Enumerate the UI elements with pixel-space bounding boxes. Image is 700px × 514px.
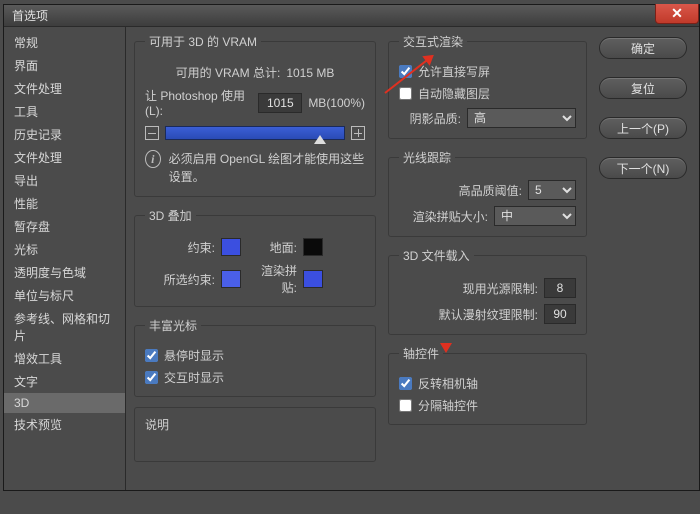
axis-group: 轴控件 反转相机轴 分隔轴控件 <box>388 345 587 425</box>
fileload-group: 3D 文件载入 现用光源限制: 默认漫射纹理限制: <box>388 247 587 335</box>
shadow-select[interactable]: 高 <box>467 108 576 128</box>
sidebar-item[interactable]: 技术预览 <box>4 413 125 436</box>
sidebar-item[interactable]: 单位与标尺 <box>4 284 125 307</box>
constraint-swatch[interactable] <box>221 238 241 256</box>
vram-legend: 可用于 3D 的 VRAM <box>145 33 261 50</box>
vram-total-value: 1015 MB <box>286 66 334 80</box>
close-icon: ✕ <box>671 5 683 22</box>
richcursor-group: 丰富光标 悬停时显示 交互时显示 <box>134 317 376 397</box>
overlay-legend: 3D 叠加 <box>145 207 196 224</box>
prev-button[interactable]: 上一个(P) <box>599 117 687 139</box>
raytrace-group: 光线跟踪 高品质阈值: 5 渲染拼贴大小: 中 <box>388 149 587 237</box>
autohide-checkbox[interactable]: 自动隐藏图层 <box>399 85 576 102</box>
vram-slider[interactable] <box>165 126 345 140</box>
sidebar-item[interactable]: 导出 <box>4 169 125 192</box>
sidebar-item[interactable]: 文字 <box>4 370 125 393</box>
sidebar-item[interactable]: 增效工具 <box>4 347 125 370</box>
sidebar-item[interactable]: 透明度与色域 <box>4 261 125 284</box>
titlebar: 首选项 ✕ <box>4 5 699 27</box>
plus-icon[interactable] <box>351 126 365 140</box>
ground-label: 地面: <box>247 239 297 256</box>
sidebar-item[interactable]: 常规 <box>4 31 125 54</box>
separate-checkbox[interactable]: 分隔轴控件 <box>399 397 576 414</box>
shadow-label: 阴影品质: <box>399 110 461 127</box>
annotation-arrow-icon <box>440 343 452 353</box>
selconstraint-label: 所选约束: <box>145 271 215 288</box>
vram-info: 必须启用 OpenGL 绘图才能使用这些设置。 <box>169 150 365 186</box>
reset-button[interactable]: 复位 <box>599 77 687 99</box>
sidebar-item[interactable]: 光标 <box>4 238 125 261</box>
description-legend: 说明 <box>145 418 169 432</box>
render-group: 交互式渲染 允许直接写屏 自动隐藏图层 阴影品质: 高 <box>388 33 587 139</box>
threshold-select[interactable]: 5 <box>528 180 576 200</box>
constraint-label: 约束: <box>145 239 215 256</box>
minus-icon[interactable] <box>145 126 159 140</box>
sidebar-item[interactable]: 暂存盘 <box>4 215 125 238</box>
vram-total-label: 可用的 VRAM 总计: <box>176 64 281 81</box>
tilesize-select[interactable]: 中 <box>494 206 576 226</box>
tile-label: 渲染拼贴: <box>247 262 297 296</box>
sidebar-item[interactable]: 文件处理 <box>4 77 125 100</box>
sidebar-item[interactable]: 历史记录 <box>4 123 125 146</box>
sidebar-item[interactable]: 文件处理 <box>4 146 125 169</box>
info-icon: i <box>145 150 161 168</box>
selconstraint-swatch[interactable] <box>221 270 241 288</box>
tilesize-label: 渲染拼贴大小: <box>413 208 488 225</box>
lightlimit-label: 现用光源限制: <box>463 280 538 297</box>
lightlimit-input[interactable] <box>544 278 576 298</box>
sidebar-item[interactable]: 参考线、网格和切片 <box>4 307 125 347</box>
sidebar-item[interactable]: 性能 <box>4 192 125 215</box>
window-title: 首选项 <box>12 7 48 24</box>
sidebar-item[interactable]: 工具 <box>4 100 125 123</box>
main-panel: 可用于 3D 的 VRAM 可用的 VRAM 总计: 1015 MB 让 Pho… <box>126 27 699 490</box>
slider-thumb[interactable] <box>314 135 326 144</box>
direct-checkbox[interactable]: 允许直接写屏 <box>399 63 576 80</box>
tile-swatch[interactable] <box>303 270 323 288</box>
vram-let-label: 让 Photoshop 使用(L): <box>145 87 252 118</box>
ok-button[interactable]: 确定 <box>599 37 687 59</box>
fileload-legend: 3D 文件载入 <box>399 247 474 264</box>
richcursor-legend: 丰富光标 <box>145 317 201 334</box>
threshold-label: 高品质阈值: <box>459 182 522 199</box>
preferences-window: 首选项 ✕ 常规界面文件处理工具历史记录文件处理导出性能暂存盘光标透明度与色域单… <box>3 4 700 491</box>
render-legend: 交互式渲染 <box>399 33 467 50</box>
next-button[interactable]: 下一个(N) <box>599 157 687 179</box>
vram-unit: MB(100%) <box>308 96 365 110</box>
interact-checkbox[interactable]: 交互时显示 <box>145 369 365 386</box>
difflimit-input[interactable] <box>544 304 576 324</box>
description-group: 说明 <box>134 407 376 462</box>
close-button[interactable]: ✕ <box>655 4 699 24</box>
sidebar: 常规界面文件处理工具历史记录文件处理导出性能暂存盘光标透明度与色域单位与标尺参考… <box>4 27 126 490</box>
vram-input[interactable] <box>258 93 302 113</box>
sidebar-item[interactable]: 界面 <box>4 54 125 77</box>
raytrace-legend: 光线跟踪 <box>399 149 455 166</box>
hover-checkbox[interactable]: 悬停时显示 <box>145 347 365 364</box>
axis-legend: 轴控件 <box>399 345 443 362</box>
difflimit-label: 默认漫射纹理限制: <box>439 306 538 323</box>
overlay-group: 3D 叠加 约束: 地面: 所选约束: 渲染拼贴: <box>134 207 376 307</box>
invert-checkbox[interactable]: 反转相机轴 <box>399 375 576 392</box>
ground-swatch[interactable] <box>303 238 323 256</box>
vram-group: 可用于 3D 的 VRAM 可用的 VRAM 总计: 1015 MB 让 Pho… <box>134 33 376 197</box>
sidebar-item[interactable]: 3D <box>4 393 125 413</box>
